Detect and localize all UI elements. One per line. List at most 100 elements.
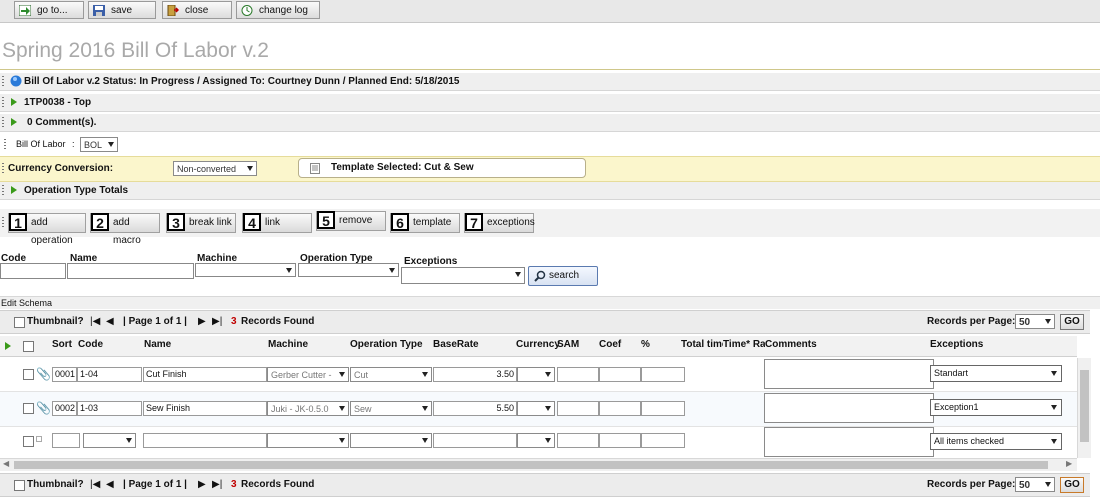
new-row-name-field[interactable]: [143, 433, 267, 448]
first-page-icon[interactable]: |◀: [90, 474, 100, 496]
col-code[interactable]: Code: [78, 339, 103, 350]
row-code-field[interactable]: 1-04: [77, 367, 142, 382]
go-button[interactable]: GO: [1060, 477, 1084, 493]
horizontal-scrollbar[interactable]: ◀ ▶: [0, 458, 1077, 471]
row-coef-field[interactable]: [599, 367, 641, 382]
status-bar[interactable]: Bill Of Labor v.2 Status: In Progress / …: [0, 73, 1100, 91]
next-page-icon[interactable]: ▶: [198, 474, 206, 496]
goto-button[interactable]: go to...: [14, 1, 84, 19]
style-bar[interactable]: 1TP0038 - Top: [0, 94, 1100, 112]
go-button[interactable]: GO: [1060, 314, 1084, 330]
last-page-icon[interactable]: ▶|: [212, 474, 222, 496]
horizontal-scroll-thumb[interactable]: [14, 461, 1048, 469]
row-exceptions-select[interactable]: Exception1: [930, 399, 1062, 416]
col-sam[interactable]: SAM: [557, 339, 579, 350]
filter-code-input[interactable]: [0, 263, 66, 279]
new-row-sam-field[interactable]: [557, 433, 599, 448]
col-currency[interactable]: Currency: [516, 339, 560, 350]
next-page-icon[interactable]: ▶: [198, 311, 206, 333]
row-sam-field[interactable]: [557, 401, 599, 416]
row-baserate-field[interactable]: 5.50: [433, 401, 517, 416]
col-sort[interactable]: Sort: [52, 339, 72, 350]
row-operation-type-select[interactable]: Sew: [350, 401, 432, 416]
remove-button[interactable]: 5 remove: [316, 211, 386, 231]
add-macro-button[interactable]: 2 add macro: [90, 213, 160, 246]
row-comments-textarea[interactable]: [764, 359, 934, 389]
row-machine-select[interactable]: Gerber Cutter -: [267, 367, 349, 382]
currency-select[interactable]: Non-converted: [173, 161, 257, 176]
break-link-button[interactable]: 3 break link: [166, 213, 236, 233]
row-checkbox[interactable]: [23, 403, 34, 414]
col-time-rate[interactable]: Time* Rate: [723, 339, 765, 350]
records-per-page-select[interactable]: 50: [1015, 477, 1055, 492]
scroll-right-icon[interactable]: ▶: [1066, 459, 1072, 468]
new-row-code-select[interactable]: [83, 433, 136, 448]
row-percent-field[interactable]: [641, 401, 685, 416]
exceptions-button[interactable]: 7 exceptions: [464, 213, 535, 233]
new-row-percent-field[interactable]: [641, 433, 685, 448]
new-row-exceptions-select[interactable]: All items checked: [930, 433, 1062, 450]
filter-operation-type-select[interactable]: [298, 263, 399, 277]
row-checkbox[interactable]: [23, 369, 34, 380]
row-operation-type-select[interactable]: Cut: [350, 367, 432, 382]
vertical-scroll-thumb[interactable]: [1080, 370, 1089, 442]
row-coef-field[interactable]: [599, 401, 641, 416]
new-row-checkbox[interactable]: [23, 436, 34, 447]
filter-machine-select[interactable]: [195, 263, 296, 277]
row-comments-textarea[interactable]: [764, 393, 934, 423]
new-row-sort-field[interactable]: [52, 433, 80, 448]
operation-type-totals-bar[interactable]: Operation Type Totals: [0, 182, 1100, 200]
col-name[interactable]: Name: [144, 339, 171, 350]
row-name-field[interactable]: Sew Finish: [143, 401, 267, 416]
col-percent[interactable]: %: [641, 339, 650, 350]
first-page-icon[interactable]: |◀: [90, 311, 100, 333]
link-button[interactable]: 4 link: [242, 213, 312, 233]
col-coef[interactable]: Coef: [599, 339, 621, 350]
col-total-time[interactable]: Total time: [681, 339, 723, 350]
row-sort-field[interactable]: 0002: [52, 401, 77, 416]
row-currency-select[interactable]: [517, 367, 555, 382]
changelog-button[interactable]: change log: [236, 1, 320, 19]
scroll-left-icon[interactable]: ◀: [3, 459, 9, 468]
prev-page-icon[interactable]: ◀: [106, 311, 114, 333]
row-percent-field[interactable]: [641, 367, 685, 382]
thumbnail-checkbox[interactable]: [14, 480, 25, 491]
row-code-field[interactable]: 1-03: [77, 401, 142, 416]
prev-page-icon[interactable]: ◀: [106, 474, 114, 496]
add-operation-button[interactable]: 1 add operation: [8, 213, 86, 246]
expand-all-icon[interactable]: [5, 342, 11, 350]
new-row-operation-type-select[interactable]: [350, 433, 432, 448]
col-comments[interactable]: Comments: [765, 339, 817, 350]
select-all-checkbox[interactable]: [23, 341, 34, 352]
row-name-field[interactable]: Cut Finish: [143, 367, 267, 382]
new-row-coef-field[interactable]: [599, 433, 641, 448]
col-exceptions[interactable]: Exceptions: [930, 339, 983, 350]
bol-select[interactable]: BOL: [80, 137, 118, 152]
row-currency-select[interactable]: [517, 401, 555, 416]
edit-schema-link[interactable]: Edit Schema: [1, 297, 52, 309]
paperclip-icon[interactable]: 📎: [36, 401, 51, 415]
row-sam-field[interactable]: [557, 367, 599, 382]
search-button[interactable]: search: [528, 266, 598, 286]
col-baserate[interactable]: BaseRate: [433, 339, 479, 350]
save-button[interactable]: save: [88, 1, 156, 19]
records-per-page-select[interactable]: 50: [1015, 314, 1055, 329]
col-operation-type[interactable]: Operation Type: [350, 339, 423, 350]
row-machine-select[interactable]: Juki - JK-0.5.0: [267, 401, 349, 416]
row-sort-field[interactable]: 0001: [52, 367, 77, 382]
thumbnail-checkbox[interactable]: [14, 317, 25, 328]
row-exceptions-select[interactable]: Standart: [930, 365, 1062, 382]
col-machine[interactable]: Machine: [268, 339, 308, 350]
filter-exceptions-select[interactable]: [401, 267, 525, 284]
new-row-currency-select[interactable]: [517, 433, 555, 448]
close-button[interactable]: close: [162, 1, 232, 19]
edit-schema-bar[interactable]: Edit Schema: [0, 296, 1100, 309]
filter-name-input[interactable]: [67, 263, 194, 279]
comments-bar[interactable]: 0 Comment(s).: [0, 114, 1100, 132]
last-page-icon[interactable]: ▶|: [212, 311, 222, 333]
template-button[interactable]: 6 template: [390, 213, 460, 233]
new-row-baserate-field[interactable]: [433, 433, 517, 448]
row-baserate-field[interactable]: 3.50: [433, 367, 517, 382]
new-row-comments-textarea[interactable]: [764, 427, 934, 457]
paperclip-icon[interactable]: 📎: [36, 367, 51, 381]
